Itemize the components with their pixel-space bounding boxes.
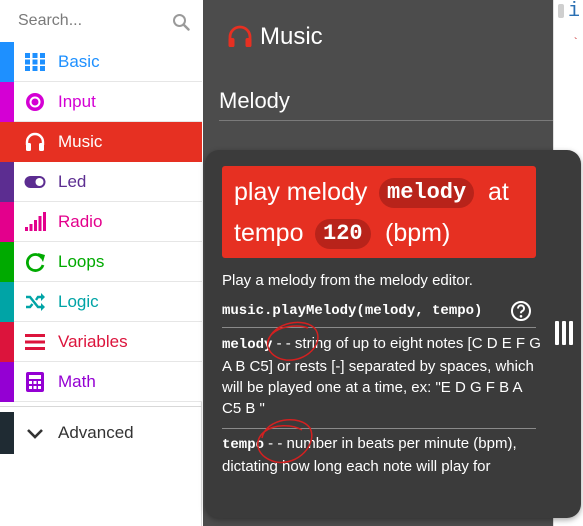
- category-color-stripe: [0, 412, 14, 454]
- shuffle-icon: [26, 293, 45, 311]
- category-label: Input: [58, 92, 96, 111]
- app-root: Basic Input Music: [0, 0, 583, 526]
- flyout-title: Music: [260, 23, 323, 50]
- category-music[interactable]: Music: [0, 122, 202, 162]
- signal-bars-icon: [25, 212, 46, 231]
- category-input[interactable]: Input: [0, 82, 202, 122]
- melody-parameter-slot[interactable]: melody: [379, 178, 475, 208]
- category-color-stripe: [0, 322, 14, 362]
- category-color-stripe: [0, 282, 14, 322]
- function-signature: music.playMelody(melody, tempo): [222, 303, 483, 319]
- param-dash: - -: [272, 335, 295, 352]
- divider: [219, 120, 553, 121]
- category-label: Led: [58, 172, 87, 191]
- category-radio[interactable]: Radio: [0, 202, 202, 242]
- search-input[interactable]: [8, 6, 194, 36]
- param-tempo: tempo - - number in beats per minute (bp…: [222, 433, 542, 477]
- category-color-stripe: [0, 242, 14, 282]
- grid-icon: [25, 53, 45, 71]
- block-description: Play a melody from the melody editor.: [222, 272, 473, 289]
- toolbox: Basic Input Music: [0, 0, 202, 526]
- headphones-icon: [228, 25, 252, 47]
- search-bar: [0, 0, 202, 42]
- category-color-stripe: [0, 82, 14, 122]
- category-color-stripe: [0, 202, 14, 242]
- category-basic[interactable]: Basic: [0, 42, 202, 82]
- search-icon[interactable]: [172, 13, 190, 31]
- category-label: Advanced: [58, 423, 134, 442]
- category-label: Radio: [58, 212, 103, 231]
- list-icon: [25, 334, 45, 350]
- param-name: melody: [222, 337, 273, 353]
- category-label: Music: [58, 132, 103, 151]
- category-loops[interactable]: Loops: [0, 242, 202, 282]
- loop-arrow-icon: [26, 253, 45, 272]
- category-label: Basic: [58, 52, 100, 71]
- category-math[interactable]: Math: [0, 362, 202, 402]
- editor-marker: `: [572, 36, 580, 50]
- param-name: tempo: [222, 437, 265, 453]
- flyout-section-heading: Melody: [219, 88, 290, 113]
- block-text: at: [488, 178, 509, 206]
- category-logic[interactable]: Logic: [0, 282, 202, 322]
- editor-scrollbar[interactable]: [558, 4, 564, 18]
- category-color-stripe: [0, 162, 14, 202]
- category-label: Loops: [58, 252, 105, 271]
- block-text: tempo: [234, 219, 304, 247]
- tempo-parameter-slot[interactable]: 120: [315, 219, 371, 249]
- divider: [222, 327, 536, 328]
- toggle-icon: [24, 176, 46, 188]
- block-text: play melody: [234, 178, 368, 206]
- category-label: Variables: [58, 332, 128, 351]
- resize-grip-icon[interactable]: [555, 321, 575, 345]
- category-color-stripe: [0, 122, 14, 162]
- category-color-stripe: [0, 42, 14, 82]
- category-color-stripe: [0, 362, 14, 402]
- help-icon[interactable]: [510, 300, 532, 322]
- block-text: (bpm): [385, 219, 451, 247]
- category-variables[interactable]: Variables: [0, 322, 202, 362]
- divider: [0, 406, 202, 407]
- chevron-down-icon: [27, 429, 43, 439]
- calculator-icon: [26, 372, 44, 392]
- category-led[interactable]: Led: [0, 162, 202, 202]
- block-help-tooltip: play melody melody at tempo 120 (bpm) Pl…: [205, 150, 581, 518]
- play-melody-block[interactable]: play melody melody at tempo 120 (bpm): [222, 166, 536, 258]
- editor-text: i: [568, 0, 581, 23]
- category-label: Logic: [58, 292, 99, 311]
- category-label: Math: [58, 372, 96, 391]
- headphones-icon: [25, 132, 45, 151]
- param-melody: melody - - string of up to eight notes […: [222, 333, 542, 419]
- param-dash: - -: [264, 435, 287, 452]
- category-advanced[interactable]: Advanced: [0, 412, 202, 454]
- radio-target-icon: [26, 93, 44, 111]
- divider: [222, 428, 536, 429]
